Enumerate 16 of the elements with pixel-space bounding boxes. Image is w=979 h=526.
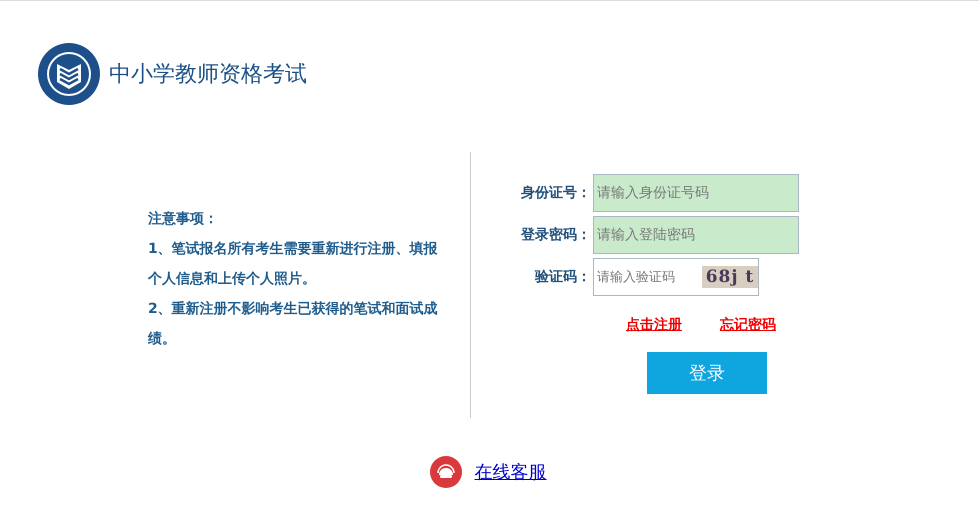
site-title: 中小学教师资格考试 bbox=[109, 60, 307, 88]
text-link[interactable]: 忘记密码 bbox=[720, 316, 776, 334]
notice-text: 2、重新注册不影响考生已获得的笔试和面试成绩。 bbox=[148, 300, 439, 349]
text-link[interactable]: 点击注册 bbox=[626, 316, 682, 334]
notice-heading: 注意事项： bbox=[148, 210, 219, 229]
captcha-image[interactable]: 68j t bbox=[702, 266, 758, 288]
password-field[interactable]: 请输入登陆密码 bbox=[593, 216, 799, 254]
seal-logo-icon bbox=[37, 42, 101, 106]
captcha-field[interactable]: 请输入验证码 68j t bbox=[593, 258, 759, 296]
field-label: 身份证号： bbox=[520, 184, 592, 202]
field-label: 登录密码： bbox=[520, 226, 592, 244]
service-link[interactable]: 在线客服 bbox=[474, 460, 546, 484]
field-label: 验证码： bbox=[534, 268, 592, 286]
notice-text: 1、笔试报名所有考生需要重新进行注册、填报个人信息和上传个人照片。 bbox=[148, 240, 439, 289]
id-number-field[interactable]: 请输入身份证号码 bbox=[593, 174, 799, 212]
customer-service-icon[interactable] bbox=[430, 456, 462, 488]
